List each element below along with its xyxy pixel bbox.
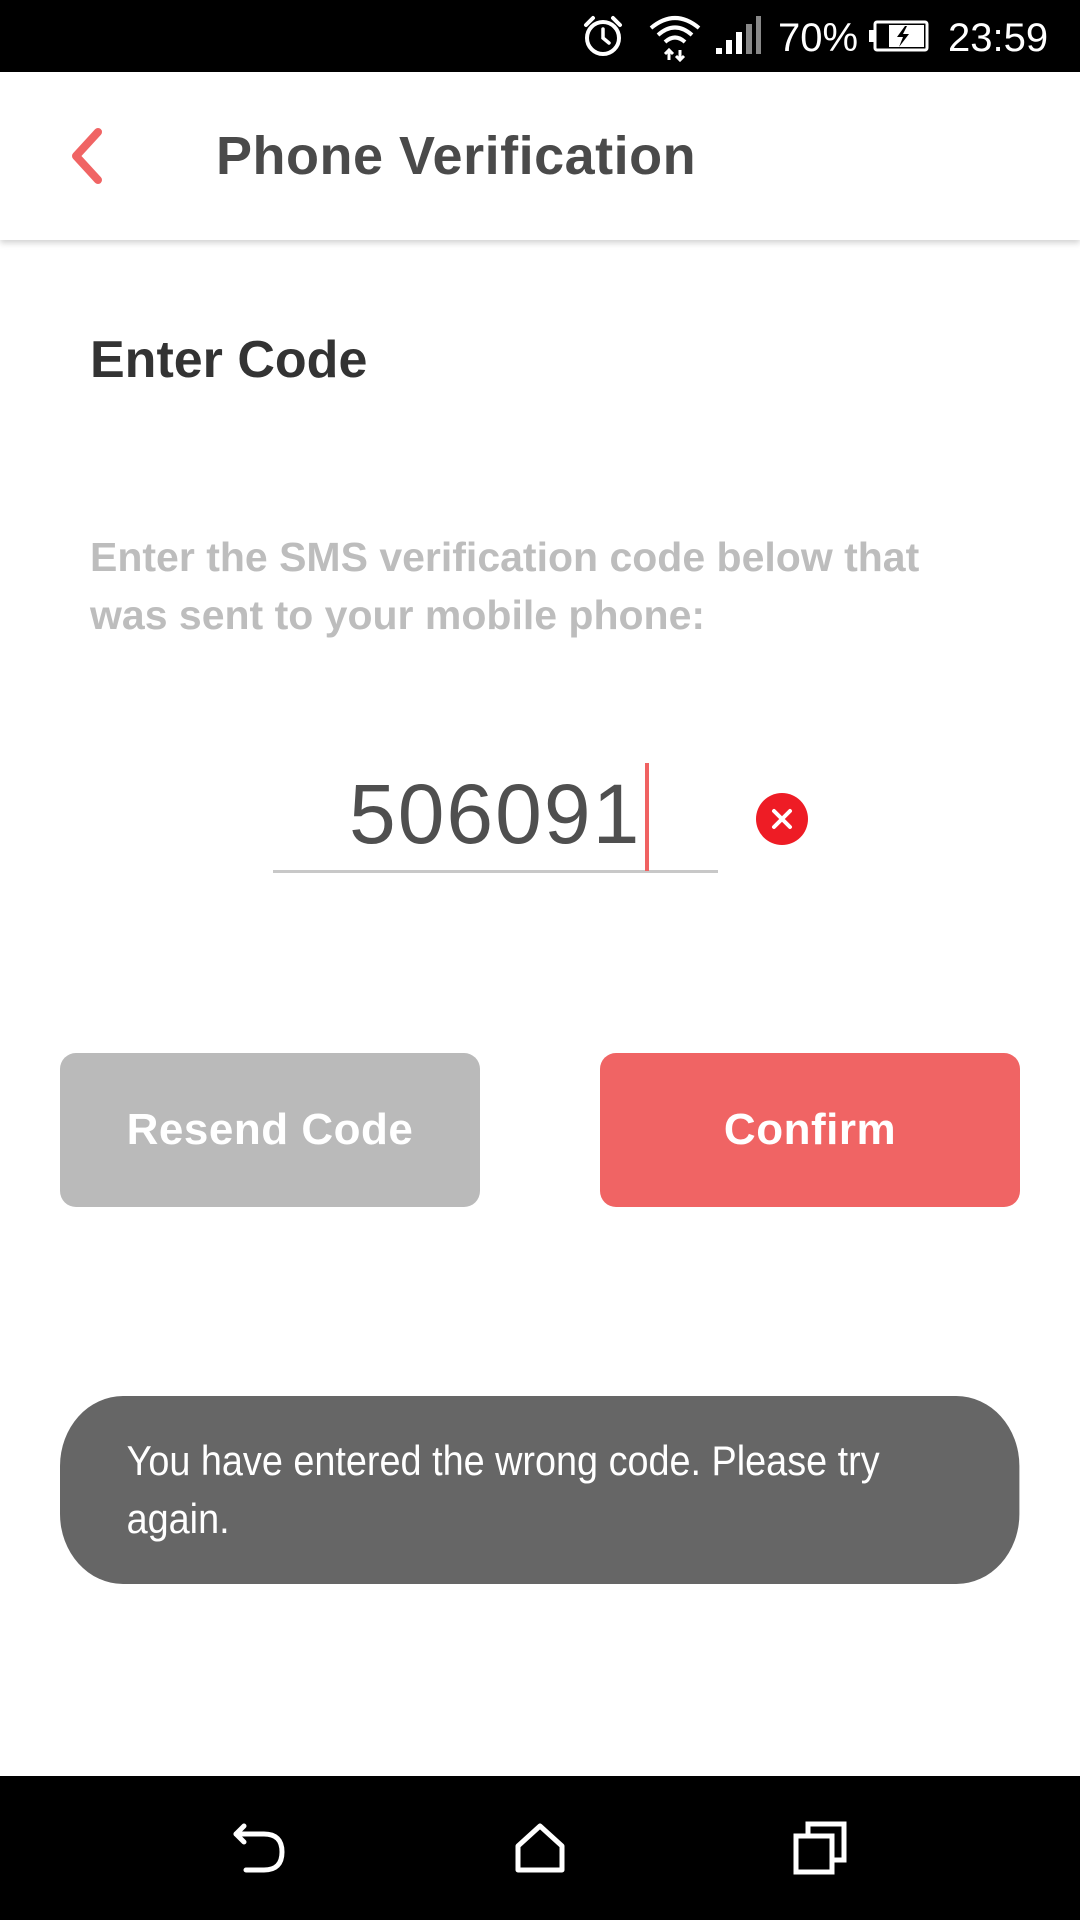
signal-icon <box>712 0 764 72</box>
section-title: Enter Code <box>90 331 368 389</box>
clear-circle-icon <box>772 809 792 829</box>
wifi-icon <box>644 0 706 72</box>
clear-code-button[interactable] <box>756 793 808 845</box>
app-bar: Phone Verification <box>0 72 1080 240</box>
back-icon <box>233 1823 285 1873</box>
clock-time: 23:59 <box>948 16 1049 60</box>
back-button[interactable] <box>50 112 122 200</box>
error-toast: You have entered the wrong code. Please … <box>60 1396 1020 1584</box>
alarm-icon <box>578 0 628 72</box>
page-title: Phone Verification <box>216 126 697 186</box>
resend-code-button[interactable]: Resend Code <box>60 1053 480 1207</box>
navigation-bar <box>0 1776 1080 1920</box>
text-caret <box>645 763 649 871</box>
instructions-text: Enter the SMS verification code below th… <box>90 534 920 638</box>
recents-icon <box>793 1821 847 1875</box>
status-bar: 70% 23:59 <box>0 0 1080 72</box>
battery-percent: 70% <box>778 16 859 60</box>
phone-verification-screen: 70% 23:59 Phone Verification Enter Code … <box>0 0 1080 1920</box>
nav-back-button[interactable] <box>200 1776 320 1920</box>
nav-home-button[interactable] <box>480 1776 600 1920</box>
home-icon <box>515 1823 565 1873</box>
nav-recents-button[interactable] <box>760 1776 880 1920</box>
confirm-button[interactable]: Confirm <box>600 1053 1020 1207</box>
battery-charging-icon <box>868 0 930 72</box>
code-field <box>273 758 718 873</box>
code-input[interactable] <box>273 758 718 870</box>
chevron-left-icon <box>72 128 102 184</box>
